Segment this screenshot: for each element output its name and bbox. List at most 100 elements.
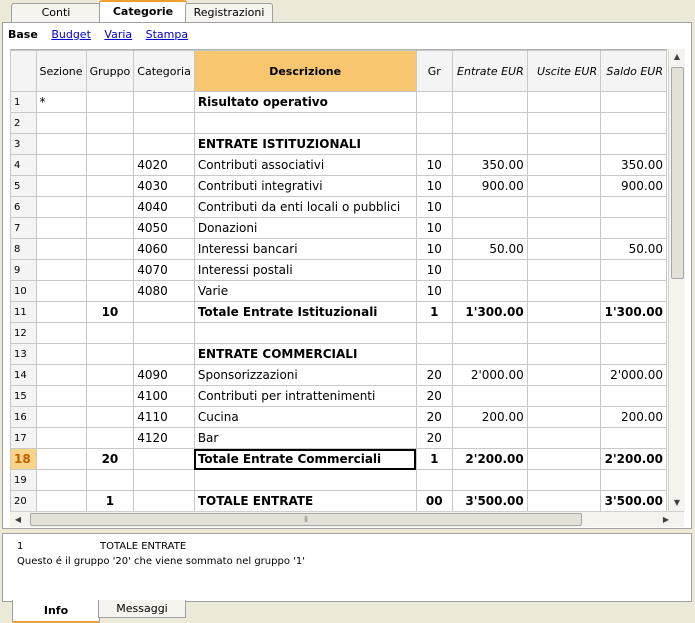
table-row[interactable]: 14 4090 Sponsorizzazioni 20 2'000.00 2'000.00 <box>10 364 667 386</box>
cell-sez[interactable] <box>35 280 87 302</box>
table-row[interactable]: 10 4080 Varie 10 <box>10 280 667 302</box>
cell-ent[interactable] <box>452 322 528 344</box>
row-number[interactable]: 5 <box>10 175 37 197</box>
col-uscite[interactable]: Uscite EUR <box>526 50 602 92</box>
table-row[interactable]: 1 * Risultato operativo <box>10 91 667 113</box>
cell-desc[interactable]: Contributi associativi <box>193 154 417 176</box>
cell-ent[interactable]: 200.00 <box>452 406 528 428</box>
cell-sez[interactable] <box>35 322 87 344</box>
row-number[interactable]: 18 <box>10 448 37 470</box>
cell-sal[interactable]: 2'000.00 <box>600 364 667 386</box>
cell-grp[interactable] <box>85 406 135 428</box>
cell-cat[interactable] <box>133 469 195 491</box>
cell-usc[interactable] <box>526 490 602 512</box>
cell-sal[interactable] <box>600 280 667 302</box>
cell-usc[interactable] <box>526 448 602 470</box>
cell-cat[interactable]: 4120 <box>133 427 195 449</box>
cell-ent[interactable] <box>452 343 528 365</box>
row-number[interactable]: 8 <box>10 238 37 260</box>
cell-grp[interactable]: 20 <box>85 448 135 470</box>
cell-desc[interactable] <box>193 469 417 491</box>
cell-sal[interactable] <box>600 133 667 155</box>
hscroll-thumb[interactable]: ⦀ <box>30 513 582 526</box>
scroll-down-icon[interactable]: ▼ <box>669 495 685 511</box>
cell-ent[interactable] <box>452 469 528 491</box>
cell-gr[interactable] <box>415 469 454 491</box>
cell-gr[interactable] <box>415 91 454 113</box>
row-number[interactable]: 12 <box>10 322 37 344</box>
table-row[interactable]: 2 <box>10 112 667 134</box>
cell-sez[interactable] <box>35 448 87 470</box>
cell-sez[interactable] <box>35 133 87 155</box>
cell-sal[interactable]: 350.00 <box>600 154 667 176</box>
cell-sal[interactable]: 2'200.00 <box>600 448 667 470</box>
row-number[interactable]: 4 <box>10 154 37 176</box>
table-row[interactable]: 6 4040 Contributi da enti locali o pubblic… <box>10 196 667 218</box>
row-number[interactable]: 20 <box>10 490 37 512</box>
cell-sal[interactable]: 50.00 <box>600 238 667 260</box>
cell-sal[interactable] <box>600 217 667 239</box>
cell-desc[interactable]: Interessi postali <box>193 259 417 281</box>
cell-grp[interactable] <box>85 112 135 134</box>
cell-desc[interactable]: Contributi integrativi <box>193 175 417 197</box>
cell-gr[interactable]: 10 <box>415 175 454 197</box>
view-varia[interactable]: Varia <box>104 28 132 41</box>
cell-gr[interactable]: 10 <box>415 154 454 176</box>
cell-cat[interactable]: 4040 <box>133 196 195 218</box>
cell-cat[interactable] <box>133 301 195 323</box>
cell-gr[interactable] <box>415 343 454 365</box>
cell-ent[interactable] <box>452 112 528 134</box>
cell-gr[interactable] <box>415 133 454 155</box>
cell-grp[interactable] <box>85 91 135 113</box>
cell-cat[interactable]: 4090 <box>133 364 195 386</box>
cell-gr[interactable]: 00 <box>415 490 454 512</box>
cell-cat[interactable] <box>133 322 195 344</box>
row-number[interactable]: 14 <box>10 364 37 386</box>
cell-grp[interactable] <box>85 154 135 176</box>
horizontal-scrollbar[interactable]: ◀ ⦀ ▶ <box>10 511 684 527</box>
cell-usc[interactable] <box>526 91 602 113</box>
cell-ent[interactable]: 900.00 <box>452 175 528 197</box>
cell-sez[interactable] <box>35 112 87 134</box>
cell-grp[interactable] <box>85 217 135 239</box>
row-number[interactable]: 9 <box>10 259 37 281</box>
cell-gr[interactable] <box>415 322 454 344</box>
view-stampa[interactable]: Stampa <box>146 28 188 41</box>
cell-sez[interactable] <box>35 469 87 491</box>
row-number[interactable]: 13 <box>10 343 37 365</box>
cell-grp[interactable]: 10 <box>85 301 135 323</box>
table-row[interactable]: 11 10 Totale Entrate Istituzionali 1 1'300.0… <box>10 301 667 323</box>
row-number[interactable]: 1 <box>10 91 37 113</box>
cell-usc[interactable] <box>526 406 602 428</box>
cell-usc[interactable] <box>526 427 602 449</box>
cell-usc[interactable] <box>526 280 602 302</box>
cell-gr[interactable]: 20 <box>415 385 454 407</box>
cell-cat[interactable] <box>133 112 195 134</box>
col-descrizione[interactable]: Descrizione <box>193 50 417 92</box>
cell-grp[interactable] <box>85 259 135 281</box>
col-gr[interactable]: Gr <box>415 50 454 92</box>
table-row[interactable]: 20 1 TOTALE ENTRATE 00 3'500.00 3'500.00 <box>10 490 667 512</box>
view-budget[interactable]: Budget <box>51 28 91 41</box>
cell-sez[interactable] <box>35 259 87 281</box>
cell-sez[interactable] <box>35 427 87 449</box>
cell-usc[interactable] <box>526 469 602 491</box>
cell-usc[interactable] <box>526 322 602 344</box>
cell-ent[interactable]: 2'000.00 <box>452 364 528 386</box>
cell-desc[interactable]: Interessi bancari <box>193 238 417 260</box>
cell-sal[interactable]: 3'500.00 <box>600 490 667 512</box>
cell-gr[interactable]: 10 <box>415 217 454 239</box>
cell-grp[interactable] <box>85 322 135 344</box>
table-row[interactable]: 3 ENTRATE ISTITUZIONALI <box>10 133 667 155</box>
col-saldo[interactable]: Saldo EUR <box>600 50 667 92</box>
cell-sal[interactable] <box>600 322 667 344</box>
table-row[interactable]: 13 ENTRATE COMMERCIALI <box>10 343 667 365</box>
tab-messaggi[interactable]: Messaggi <box>98 600 186 618</box>
cell-usc[interactable] <box>526 196 602 218</box>
cell-grp[interactable] <box>85 196 135 218</box>
cell-ent[interactable] <box>452 196 528 218</box>
cell-ent[interactable] <box>452 133 528 155</box>
cell-desc[interactable]: Totale Entrate Istituzionali <box>193 301 417 323</box>
cell-grp[interactable] <box>85 343 135 365</box>
table-row[interactable]: 15 4100 Contributi per intrattenimenti 20 <box>10 385 667 407</box>
